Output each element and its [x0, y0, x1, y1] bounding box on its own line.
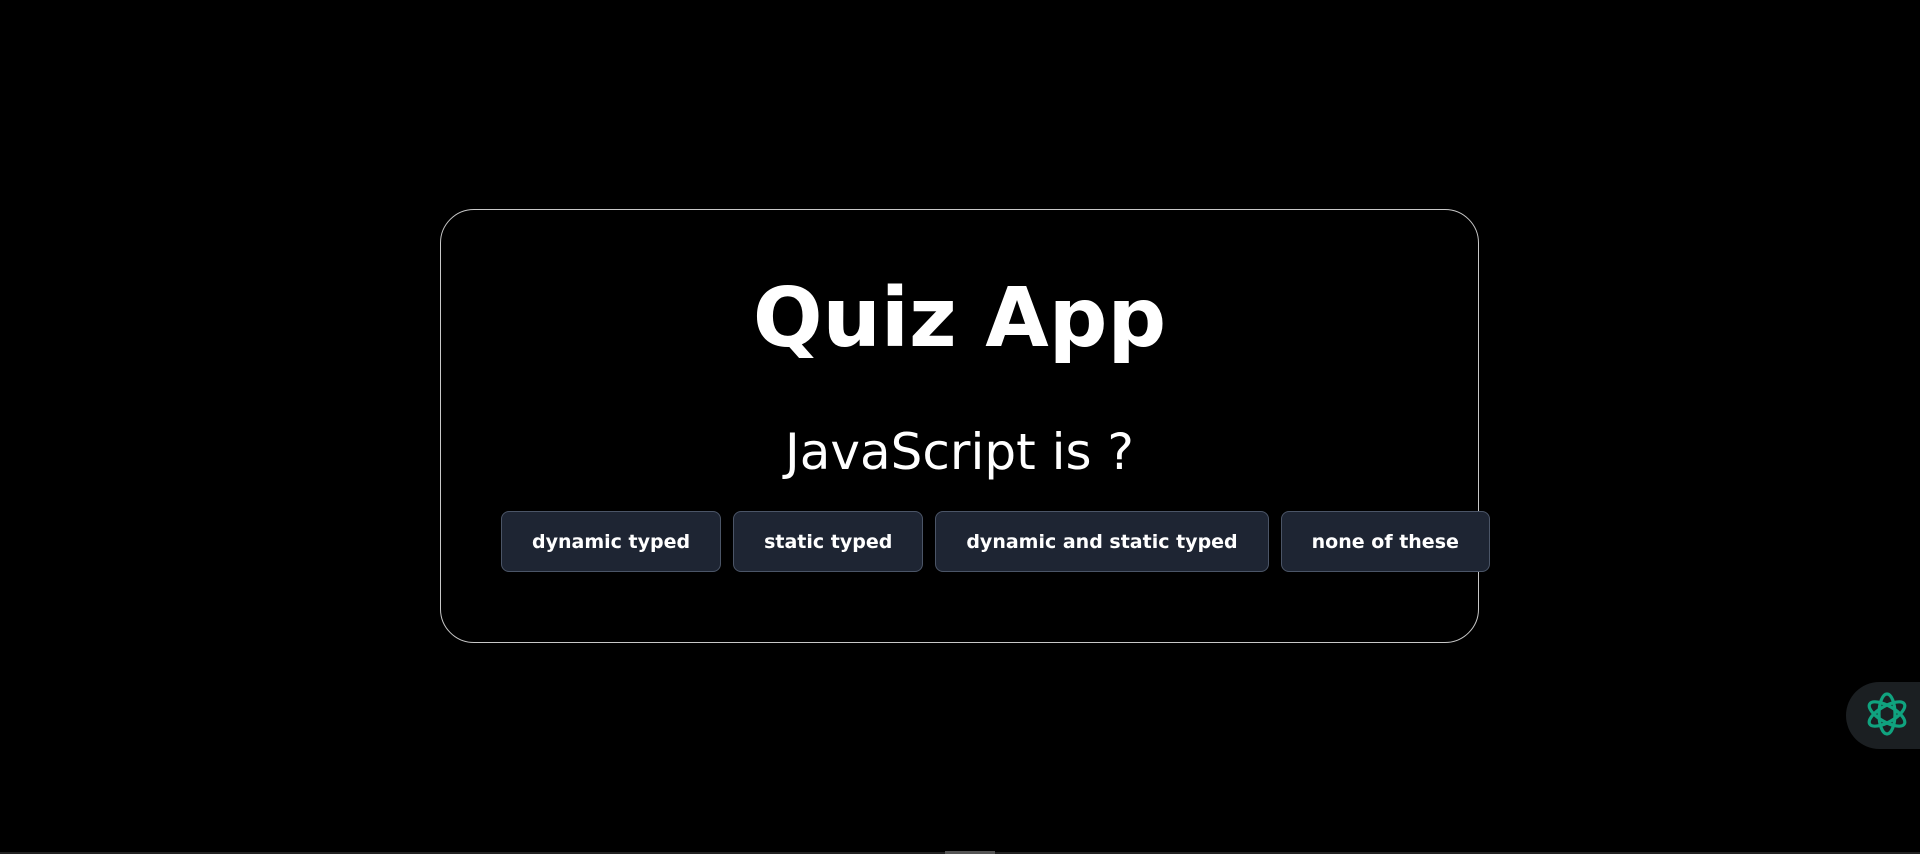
ai-assistant-icon: [1854, 689, 1912, 743]
quiz-title: Quiz App: [752, 271, 1167, 366]
answer-option-dynamic-and-static-typed[interactable]: dynamic and static typed: [935, 511, 1269, 572]
quiz-page: Quiz App JavaScript is ? dynamic typed s…: [0, 0, 1920, 854]
answer-option-none-of-these[interactable]: none of these: [1280, 511, 1490, 572]
question-text: JavaScript is ?: [785, 423, 1134, 481]
answer-options: dynamic typed static typed dynamic and s…: [501, 511, 1490, 572]
answer-option-static-typed[interactable]: static typed: [733, 511, 924, 572]
quiz-card: Quiz App JavaScript is ? dynamic typed s…: [440, 209, 1490, 643]
answer-option-dynamic-typed[interactable]: dynamic typed: [501, 511, 722, 572]
ai-assistant-button[interactable]: [1846, 682, 1920, 749]
